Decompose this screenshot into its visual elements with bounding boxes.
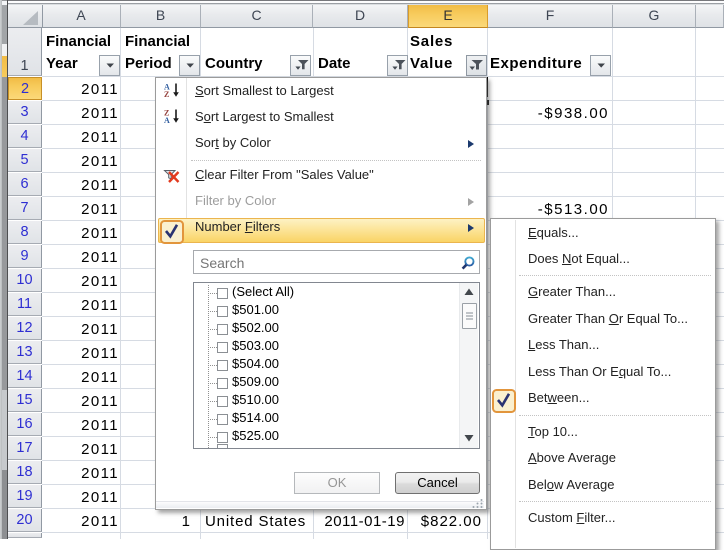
svg-text:A: A [164, 116, 170, 125]
svg-text:Z: Z [164, 90, 169, 99]
